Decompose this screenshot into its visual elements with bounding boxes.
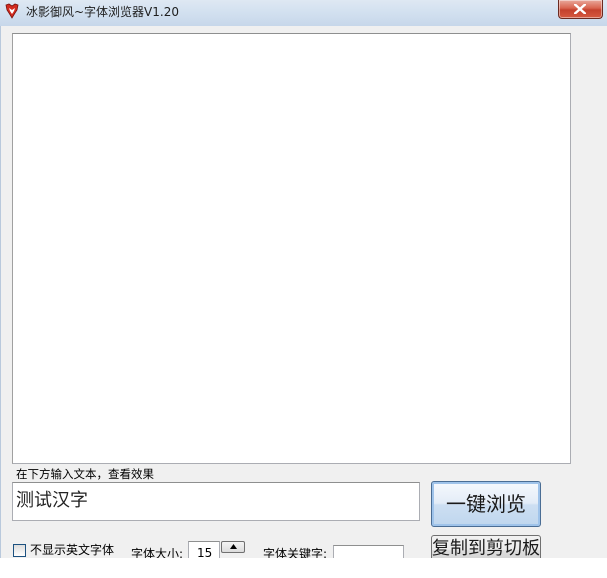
hide-english-label[interactable]: 不显示英文字体 [30, 542, 114, 558]
browse-button[interactable]: 一键浏览 [431, 481, 541, 527]
hide-english-checkbox[interactable] [13, 544, 26, 557]
font-size-label: 字体大小: [131, 547, 184, 558]
sample-text-input[interactable]: 测试汉字 [12, 482, 420, 521]
font-preview-area[interactable] [12, 33, 571, 464]
app-logo-icon [4, 3, 20, 19]
font-keyword-label: 字体关键字: [263, 547, 328, 558]
title-bar[interactable]: 冰影御风~字体浏览器V1.20 [0, 0, 607, 26]
copy-to-clipboard-button[interactable]: 复制到剪切板 [431, 535, 541, 558]
close-icon [574, 4, 586, 14]
font-size-input[interactable]: 15 [188, 541, 220, 558]
font-keyword-input[interactable] [333, 545, 404, 558]
chevron-up-icon [230, 544, 237, 549]
input-hint-label: 在下方输入文本，查看效果 [16, 467, 154, 481]
window-title: 冰影御风~字体浏览器V1.20 [26, 5, 179, 19]
font-size-spin-up-button[interactable] [221, 541, 245, 553]
app-window: 冰影御风~字体浏览器V1.20 在下方输入文本，查看效果 测试汉字 一键浏览 复… [0, 0, 607, 558]
close-button[interactable] [558, 0, 603, 19]
